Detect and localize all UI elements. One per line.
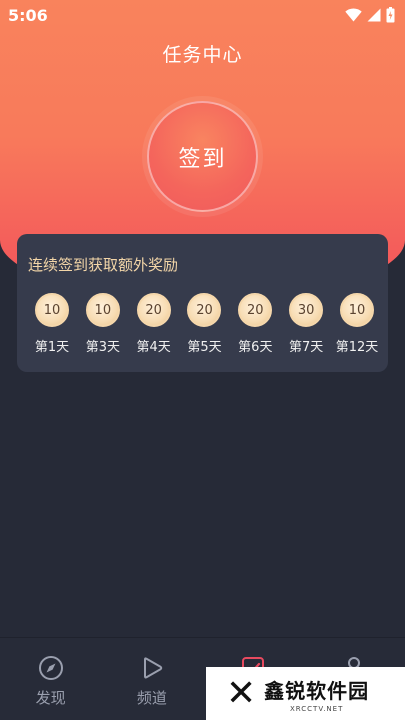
reward-day-label: 第1天 [34, 340, 70, 355]
watermark-name: 鑫锐软件园 [264, 678, 370, 703]
reward-day: 30 第7天 [281, 293, 331, 355]
reward-coin: 10 [35, 293, 69, 327]
status-icons [345, 7, 395, 23]
reward-day-row: 10 第1天 10 第3天 20 第4天 20 第5天 20 第6天 30 第7… [27, 293, 382, 355]
reward-coin: 20 [238, 293, 273, 327]
battery-icon [386, 7, 395, 23]
watermark: ✕ 鑫锐软件园 XRCCTV.NET [206, 667, 405, 720]
reward-day-label: 第7天 [289, 340, 324, 355]
reward-day: 10 第1天 [27, 293, 77, 355]
reward-day-label: 第5天 [187, 340, 222, 355]
reward-coin: 20 [187, 293, 222, 327]
status-bar: 5:06 [0, 0, 405, 30]
reward-coin: 30 [289, 293, 324, 327]
reward-day-label: 第12天 [335, 340, 379, 355]
watermark-url: XRCCTV.NET [289, 704, 344, 713]
reward-day: 20 第5天 [179, 293, 229, 355]
reward-card-title: 连续签到获取额外奖励 [28, 256, 179, 274]
tab-channel[interactable]: 频道 [101, 638, 202, 720]
reward-day: 20 第4天 [129, 293, 179, 355]
wifi-icon [345, 8, 362, 22]
reward-card: 连续签到获取额外奖励 10 第1天 10 第3天 20 第4天 20 第5天 2… [17, 234, 388, 372]
reward-day: 10 第12天 [332, 293, 382, 355]
page-title: 任务中心 [162, 44, 243, 66]
reward-day: 10 第3天 [78, 293, 128, 355]
compass-icon [38, 656, 63, 680]
watermark-logo-icon: ✕ [226, 672, 257, 714]
tab-discover-label: 发现 [35, 689, 66, 707]
reward-day-label: 第4天 [136, 340, 171, 355]
signin-button[interactable]: 签到 [147, 101, 258, 212]
tab-channel-label: 频道 [136, 689, 167, 707]
tab-discover[interactable]: 发现 [0, 638, 101, 720]
reward-coin: 10 [339, 293, 374, 327]
reward-coin: 20 [136, 293, 171, 327]
reward-day: 20 第6天 [230, 293, 280, 355]
play-icon [143, 657, 163, 679]
reward-day-label: 第6天 [238, 340, 273, 355]
signal-icon [367, 8, 381, 22]
reward-day-label: 第3天 [85, 340, 120, 355]
reward-coin: 10 [85, 293, 120, 327]
watermark-text: 鑫锐软件园 XRCCTV.NET [264, 675, 369, 713]
status-time: 5:06 [8, 5, 48, 25]
